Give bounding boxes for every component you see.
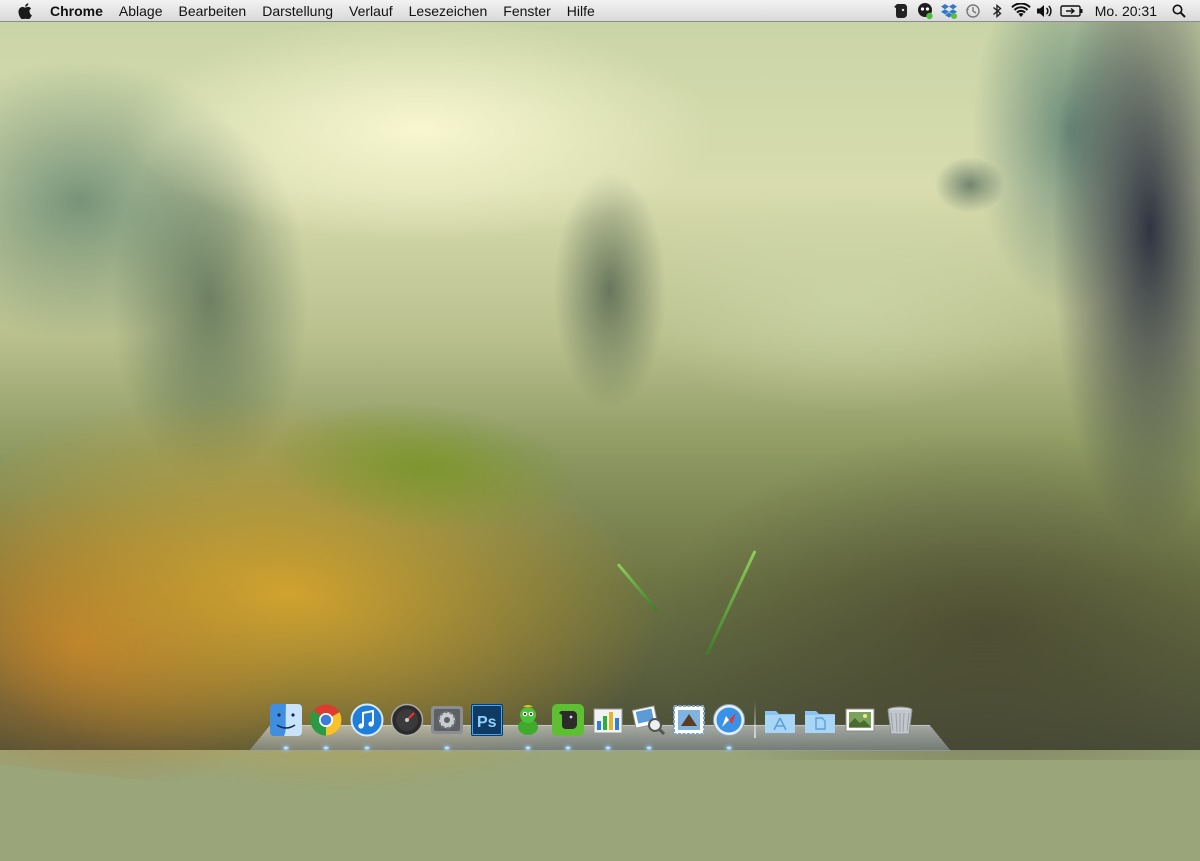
running-indicator: [363, 746, 370, 750]
growl-icon[interactable]: [914, 0, 936, 22]
dropbox-icon[interactable]: [938, 0, 960, 22]
wifi-icon[interactable]: [1010, 0, 1032, 22]
menu-clock[interactable]: Mo. 20:31: [1087, 0, 1167, 22]
system-preferences-icon[interactable]: [429, 702, 465, 750]
running-indicator: [645, 746, 652, 750]
finder-icon[interactable]: [268, 702, 304, 750]
volume-icon[interactable]: [1034, 0, 1056, 22]
menu-bar-left: Chrome Ablage Bearbeiten Darstellung Ver…: [0, 0, 603, 22]
running-indicator: [283, 746, 289, 750]
adium-icon[interactable]: [510, 702, 546, 750]
menu-hilfe[interactable]: Hilfe: [559, 0, 603, 22]
menu-bearbeiten[interactable]: Bearbeiten: [171, 0, 255, 22]
desktop-wallpaper: [0, 0, 1200, 861]
downloads-stack-icon[interactable]: [842, 702, 878, 738]
menu-lesezeichen[interactable]: Lesezeichen: [401, 0, 496, 22]
photoshop-icon[interactable]: Ps: [469, 702, 505, 738]
time-machine-icon[interactable]: [962, 0, 984, 22]
menu-ablage[interactable]: Ablage: [111, 0, 171, 22]
photoshop-label: Ps: [477, 714, 497, 731]
preview-icon[interactable]: [631, 702, 667, 750]
bluetooth-icon[interactable]: [986, 0, 1008, 22]
menu-app-name[interactable]: Chrome: [50, 0, 111, 22]
safari-icon[interactable]: [711, 702, 747, 750]
dock-separator[interactable]: [753, 700, 756, 738]
running-indicator: [524, 746, 531, 750]
documents-folder-icon[interactable]: [802, 702, 838, 738]
chrome-icon[interactable]: [308, 702, 344, 750]
dashboard-icon[interactable]: [389, 702, 425, 738]
trash-icon[interactable]: [882, 702, 918, 738]
applications-folder-icon[interactable]: [762, 702, 798, 738]
spotlight-search-icon[interactable]: [1168, 0, 1190, 22]
activity-monitor-icon[interactable]: [590, 702, 626, 750]
battery-icon[interactable]: [1058, 0, 1086, 22]
menu-darstellung[interactable]: Darstellung: [254, 0, 341, 22]
apple-logo-icon[interactable]: [14, 0, 36, 22]
menu-bar-right: Mo. 20:31: [889, 0, 1200, 22]
evernote-icon[interactable]: [550, 702, 586, 750]
mail-icon[interactable]: [671, 702, 707, 738]
evernote-icon[interactable]: [890, 0, 912, 22]
dock: Ps: [268, 698, 923, 750]
itunes-icon[interactable]: [349, 702, 385, 750]
menu-fenster[interactable]: Fenster: [495, 0, 558, 22]
menu-bar: Chrome Ablage Bearbeiten Darstellung Ver…: [0, 0, 1200, 22]
menu-verlauf[interactable]: Verlauf: [341, 0, 401, 22]
